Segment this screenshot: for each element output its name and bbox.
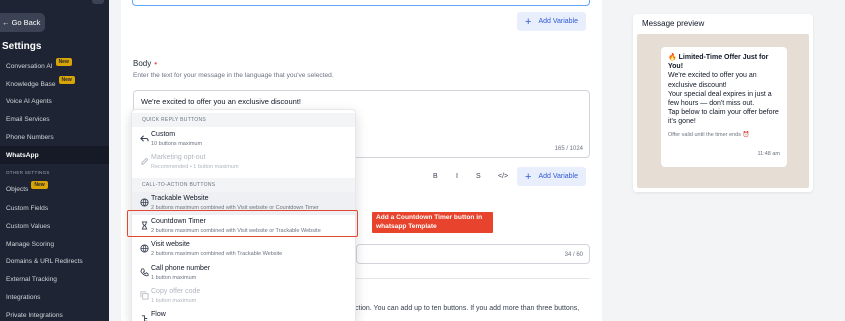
option-title: Copy offer code	[151, 288, 201, 295]
plus-icon: +	[525, 170, 532, 183]
sidebar-item-label: Knowledge Base	[6, 80, 56, 88]
sidebar-item-label: Conversation AI	[6, 62, 53, 70]
new-badge: New	[58, 76, 75, 84]
strikethrough-button[interactable]: S	[476, 173, 481, 180]
sidebar-item-phone-numbers[interactable]: Phone Numbers	[0, 128, 109, 146]
new-badge: New	[55, 58, 72, 66]
message-line: Tap below to claim your offer before it'…	[668, 109, 779, 126]
sidebar-item-domains[interactable]: Domains & URL Redirects	[0, 252, 109, 270]
preview-title: Message preview	[642, 19, 705, 28]
body-label: Body •	[133, 59, 157, 68]
option-title: Marketing opt-out	[151, 154, 206, 161]
globe-icon	[139, 243, 149, 253]
add-variable-button-body[interactable]: + Add Variable	[517, 167, 587, 186]
cta-header: CALL-TO-ACTION BUTTONS	[132, 178, 355, 192]
sidebar: ← Go Back Settings Conversation AI New Kn…	[0, 0, 109, 321]
message-line: We're excited to offer you an exclusive …	[668, 72, 757, 89]
sidebar-item-label: Objects	[6, 185, 29, 193]
globe-icon	[139, 197, 149, 207]
sidebar-item-whatsapp[interactable]: WhatsApp	[0, 146, 109, 164]
option-subtitle: 1 button maximum	[151, 298, 197, 304]
message-preview-panel: Message preview 🔥 Limited-Time Offer Jus…	[633, 14, 813, 192]
add-variable-button[interactable]: + Add Variable	[517, 12, 587, 31]
buttons-help-text: ction. You can add up to ten buttons. If…	[355, 305, 580, 312]
required-mark: •	[154, 59, 158, 68]
sidebar-item-label: Custom Fields	[6, 204, 49, 212]
go-back-button[interactable]: ← Go Back	[0, 13, 45, 32]
add-variable-label: Add Variable	[538, 18, 579, 25]
header-field[interactable]	[132, 0, 590, 6]
collapse-tab[interactable]	[92, 0, 104, 4]
option-title: Trackable Website	[151, 195, 209, 202]
option-subtitle: Recommended • 1 button maximum	[151, 164, 239, 170]
plus-icon: +	[525, 15, 532, 28]
option-subtitle: 10 buttons maximum	[151, 141, 203, 147]
body-text: We're excited to offer you an exclusive …	[141, 97, 301, 106]
copy-icon	[139, 290, 149, 300]
phone-icon	[139, 267, 149, 277]
sidebar-item-label: External Tracking	[6, 275, 57, 283]
sidebar-item-integrations[interactable]: Integrations	[0, 288, 109, 306]
new-badge: New	[31, 181, 48, 189]
flow-icon	[139, 313, 149, 321]
body-label-text: Body	[133, 59, 152, 68]
chat-background: 🔥 Limited-Time Offer Just for You! We're…	[637, 34, 809, 188]
option-flow[interactable]: Flow	[132, 308, 355, 321]
option-subtitle: 1 button maximum	[151, 275, 197, 281]
option-custom[interactable]: Custom 10 buttons maximum	[132, 128, 355, 151]
quick-reply-header: QUICK REPLY BUTTONS	[132, 113, 355, 127]
annotation-callout: Add a Countdown Timer button in whatsapp…	[372, 212, 493, 233]
sidebar-item-label: Phone Numbers	[6, 133, 54, 141]
option-subtitle: 2 buttons maximum combined with Trackabl…	[151, 251, 283, 257]
sidebar-item-knowledge-base[interactable]: Knowledge Base New	[0, 75, 109, 93]
section-label-other: OTHER SETTINGS	[6, 170, 50, 175]
code-button[interactable]: </>	[498, 173, 508, 180]
sidebar-item-custom-values[interactable]: Custom Values	[0, 217, 109, 235]
footer-char-counter: 34 / 60	[564, 252, 583, 258]
sidebar-item-objects[interactable]: Objects New	[0, 180, 109, 198]
sidebar-item-label: Custom Values	[6, 222, 51, 230]
sidebar-item-custom-fields[interactable]: Custom Fields	[0, 199, 109, 217]
reply-icon	[139, 133, 149, 143]
sidebar-item-private-integrations[interactable]: Private Integrations	[0, 306, 109, 321]
option-marketing-opt-out: Marketing opt-out Recommended • 1 button…	[132, 151, 355, 174]
option-call-phone-number[interactable]: Call phone number 1 button maximum	[132, 262, 355, 285]
message-bubble: 🔥 Limited-Time Offer Just for You! We're…	[661, 47, 787, 167]
option-title: Call phone number	[151, 265, 211, 272]
bold-button[interactable]: B	[433, 173, 438, 180]
sidebar-item-label: WhatsApp	[6, 151, 39, 159]
option-copy-offer-code: Copy offer code 1 button maximum	[132, 285, 355, 308]
sidebar-item-email-services[interactable]: Email Services	[0, 110, 109, 128]
sidebar-item-label: Voice AI Agents	[6, 97, 52, 105]
sidebar-item-label: Integrations	[6, 293, 41, 301]
sidebar-item-label: Manage Scoring	[6, 240, 55, 248]
footer-field[interactable]: 34 / 60	[356, 244, 590, 264]
sidebar-item-label: Email Services	[6, 115, 50, 123]
sidebar-item-conversation-ai[interactable]: Conversation AI New	[0, 57, 109, 75]
sidebar-item-manage-scoring[interactable]: Manage Scoring	[0, 235, 109, 253]
countdown-timer-highlight	[127, 210, 358, 237]
pencil-icon	[139, 156, 149, 166]
body-char-counter: 165 / 1024	[554, 146, 583, 152]
option-title: Flow	[151, 311, 166, 318]
divider	[356, 278, 590, 279]
sidebar-item-label: Domains & URL Redirects	[6, 257, 83, 265]
body-help-text: Enter the text for your message in the l…	[133, 72, 334, 79]
message-time: 11:48 am	[757, 150, 780, 157]
sidebar-item-label: Private Integrations	[6, 311, 63, 319]
option-visit-website[interactable]: Visit website 2 buttons maximum combined…	[132, 238, 355, 261]
italic-button[interactable]: I	[456, 173, 458, 180]
settings-title: Settings	[2, 41, 42, 52]
message-header: 🔥 Limited-Time Offer Just for You!	[668, 54, 769, 71]
sidebar-item-voice-ai-agents[interactable]: Voice AI Agents	[0, 92, 109, 110]
message-footer: Offer valid until the timer ends ⏰	[668, 131, 750, 138]
sidebar-item-external-tracking[interactable]: External Tracking	[0, 270, 109, 288]
message-line: Your special deal expires in just a few …	[668, 90, 772, 108]
option-title: Visit website	[151, 241, 190, 248]
add-variable-label: Add Variable	[538, 173, 579, 180]
option-title: Custom	[151, 131, 176, 138]
